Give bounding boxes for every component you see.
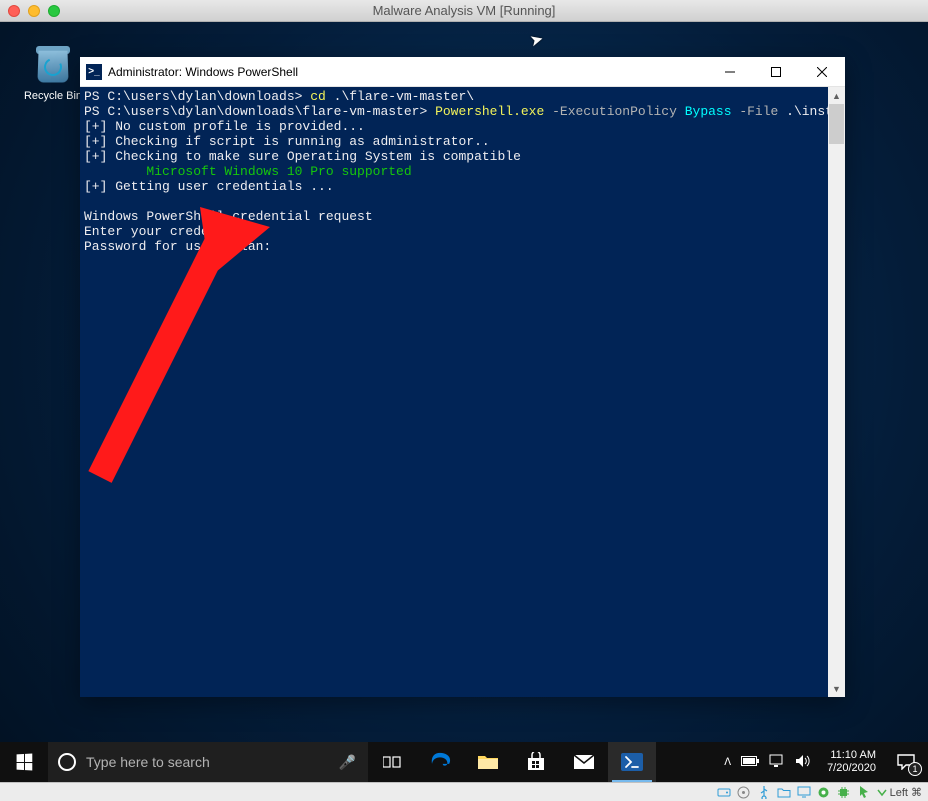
windows-logo-icon xyxy=(17,754,33,771)
vb-shared-folder-icon[interactable] xyxy=(777,785,791,799)
clock-date: 7/20/2020 xyxy=(827,762,876,775)
folder-icon xyxy=(477,753,499,771)
system-tray[interactable]: ᐱ xyxy=(716,754,819,771)
mac-minimize-button[interactable] xyxy=(28,5,40,17)
task-view-icon xyxy=(383,755,401,769)
powershell-window[interactable]: >_ Administrator: Windows PowerShell PS … xyxy=(80,57,845,697)
clock-time: 11:10 AM xyxy=(827,749,876,762)
host-key-label: Left ⌘ xyxy=(890,786,922,799)
host-titlebar: Malware Analysis VM [Running] xyxy=(0,0,928,22)
file-explorer-button[interactable] xyxy=(464,742,512,782)
vb-hdd-icon[interactable] xyxy=(717,785,731,799)
mac-close-button[interactable] xyxy=(8,5,20,17)
vb-usb-icon[interactable] xyxy=(757,785,771,799)
recycle-bin[interactable]: Recycle Bin xyxy=(18,40,88,102)
edge-icon xyxy=(429,751,451,773)
taskbar-clock[interactable]: 11:10 AM 7/20/2020 xyxy=(819,749,884,775)
tray-overflow-icon[interactable]: ᐱ xyxy=(724,757,731,768)
powershell-terminal[interactable]: PS C:\users\dylan\downloads> cd .\flare-… xyxy=(80,87,828,697)
recycle-bin-label: Recycle Bin xyxy=(18,90,88,102)
vb-host-key[interactable]: Left ⌘ xyxy=(877,786,922,799)
battery-icon[interactable] xyxy=(741,755,759,769)
notification-badge: 1 xyxy=(908,762,922,776)
action-center-button[interactable]: 1 xyxy=(884,742,928,782)
scroll-down-icon[interactable]: ▼ xyxy=(828,680,845,697)
vb-optical-icon[interactable] xyxy=(737,785,751,799)
vb-mouse-icon[interactable] xyxy=(857,785,871,799)
host-window-title: Malware Analysis VM [Running] xyxy=(373,3,556,18)
cursor-icon: ➤ xyxy=(528,29,546,52)
task-view-button[interactable] xyxy=(368,742,416,782)
powershell-title: Administrator: Windows PowerShell xyxy=(108,65,707,79)
recycle-bin-icon xyxy=(30,40,76,86)
edge-button[interactable] xyxy=(416,742,464,782)
cortana-icon xyxy=(58,753,76,771)
volume-icon[interactable] xyxy=(795,754,811,771)
mail-icon xyxy=(573,754,595,770)
windows-taskbar: Type here to search 🎤 ᐱ xyxy=(0,742,928,782)
powershell-titlebar[interactable]: >_ Administrator: Windows PowerShell xyxy=(80,57,845,87)
scrollbar[interactable]: ▲ ▼ xyxy=(828,87,845,697)
mac-zoom-button[interactable] xyxy=(48,5,60,17)
mic-icon[interactable]: 🎤 xyxy=(339,754,356,771)
search-placeholder: Type here to search xyxy=(86,754,210,770)
close-button[interactable] xyxy=(799,57,845,87)
powershell-icon: >_ xyxy=(86,64,102,80)
windows-desktop[interactable]: ➤ Recycle Bin >_ Administrator: Windows … xyxy=(0,22,928,742)
powershell-taskbar-icon xyxy=(621,753,643,771)
powershell-taskbar-button[interactable] xyxy=(608,742,656,782)
mail-button[interactable] xyxy=(560,742,608,782)
minimize-button[interactable] xyxy=(707,57,753,87)
network-icon[interactable] xyxy=(769,754,785,771)
store-icon xyxy=(526,752,546,772)
scroll-thumb[interactable] xyxy=(829,104,844,144)
vb-recording-icon[interactable] xyxy=(817,785,831,799)
store-button[interactable] xyxy=(512,742,560,782)
vb-display-icon[interactable] xyxy=(797,785,811,799)
start-button[interactable] xyxy=(0,742,48,782)
vb-cpu-icon[interactable] xyxy=(837,785,851,799)
maximize-button[interactable] xyxy=(753,57,799,87)
scroll-up-icon[interactable]: ▲ xyxy=(828,87,845,104)
virtualbox-statusbar: Left ⌘ xyxy=(0,782,928,801)
keyboard-down-icon xyxy=(877,787,887,797)
search-box[interactable]: Type here to search 🎤 xyxy=(48,742,368,782)
